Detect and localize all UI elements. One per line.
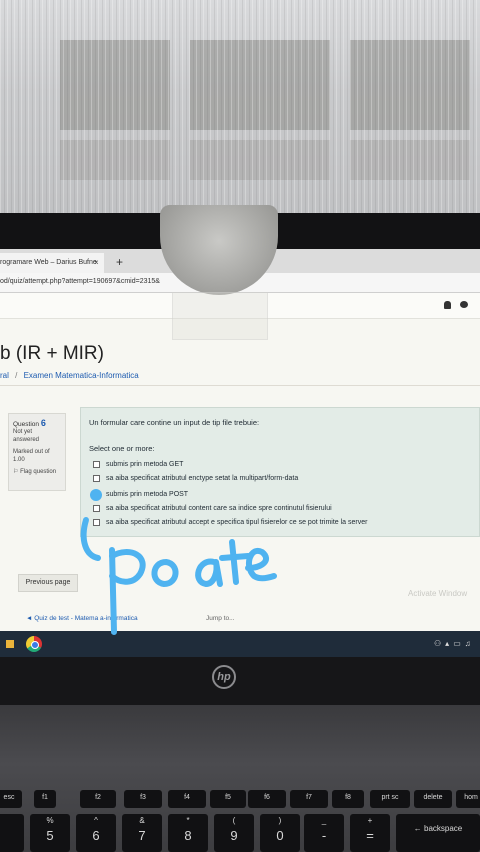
number-key[interactable]: % 5 — [30, 814, 70, 852]
key-main-label: = — [366, 828, 374, 843]
function-key[interactable]: hom — [456, 790, 480, 808]
key-main-label: 5 — [46, 828, 54, 843]
browser-tab-title: rogramare Web – Darius Bufne — [0, 259, 97, 266]
function-key[interactable]: f1 — [34, 790, 56, 808]
key-shift-label: _ — [321, 816, 327, 825]
window-curtain-backdrop — [0, 0, 480, 230]
key-main-label: 8 — [184, 828, 192, 843]
function-key[interactable]: f7 — [290, 790, 328, 808]
key-shift-label: ) — [278, 816, 282, 825]
hp-logo: hp — [212, 665, 236, 689]
answer-checkbox[interactable] — [93, 505, 100, 512]
activate-windows-watermark: Activate Window — [408, 589, 468, 598]
tab-close-icon[interactable]: × — [94, 258, 99, 267]
flag-question-label: Flag question — [20, 469, 57, 475]
number-key[interactable]: + = — [350, 814, 390, 852]
file-explorer-icon[interactable] — [6, 640, 14, 648]
quiz-footer-nav: ◄ Quiz de test - Matema a-informatica Ju… — [0, 611, 480, 629]
backtick-key[interactable] — [0, 814, 24, 852]
key-shift-label: + — [367, 816, 373, 825]
function-key[interactable]: f5 — [210, 790, 246, 808]
question-box: Un formular care contine un input de tip… — [80, 407, 480, 537]
answer-option-label: submis prin metoda POST — [106, 491, 189, 498]
flag-question-link[interactable]: ⚐ Flag question — [13, 468, 61, 475]
number-key[interactable]: ) 0 — [260, 814, 300, 852]
key-shift-label: ^ — [94, 816, 98, 825]
number-key[interactable]: (9 — [214, 814, 254, 852]
question-marks-line2: 1.00 — [13, 457, 25, 463]
key-main-label: 9 — [230, 828, 238, 843]
number-key[interactable]: ^ 6 — [76, 814, 116, 852]
new-tab-icon[interactable]: + — [116, 255, 123, 269]
breadcrumb: ral / Examen Matematica-Informatica — [0, 371, 139, 380]
answer-option-label: submis prin metoda GET — [106, 461, 184, 468]
question-marks-line1: Marked out of — [13, 449, 50, 455]
function-key[interactable]: f2 — [80, 790, 116, 808]
browser-tab[interactable]: rogramare Web – Darius Bufne — [0, 253, 104, 273]
answer-option[interactable]: sa aiba specificat atributul enctype set… — [93, 475, 298, 482]
answer-checkbox[interactable] — [93, 461, 100, 468]
function-key[interactable]: f3 — [124, 790, 162, 808]
answer-option-label: sa aiba specificat atributul enctype set… — [106, 475, 299, 482]
question-number: Question 6 — [13, 418, 61, 428]
answer-option-label: sa aiba specificat atributul accept e sp… — [106, 519, 368, 526]
answer-checkbox[interactable] — [93, 491, 100, 498]
notification-bell-icon[interactable] — [444, 301, 451, 309]
question-status-line2: answered — [13, 437, 40, 443]
page-title: b (IR + MIR) — [0, 343, 104, 364]
function-key[interactable]: f6 — [248, 790, 286, 808]
question-info-panel: Question 6 Not yet answered Marked out o… — [8, 413, 66, 491]
backspace-key[interactable]: ← backspace — [396, 814, 480, 852]
answer-option[interactable]: submis prin metoda GET — [93, 461, 183, 468]
number-key[interactable]: & 7 — [122, 814, 162, 852]
number-key[interactable]: _ - — [304, 814, 344, 852]
answer-checkbox[interactable] — [93, 519, 100, 526]
photo-scene: rogramare Web – Darius Bufne × + od/quiz… — [0, 0, 480, 852]
previous-page-button[interactable]: Previous page — [18, 574, 78, 592]
question-text: Un formular care contine un input de tip… — [89, 418, 260, 427]
answer-option-label: sa aiba specificat atributul content car… — [106, 505, 332, 512]
answer-option[interactable]: submis prin metoda POST — [93, 491, 188, 498]
answer-checkbox[interactable] — [93, 475, 100, 482]
key-shift-label: * — [186, 816, 190, 825]
key-main-label: 0 — [276, 828, 284, 843]
breadcrumb-item-general[interactable]: ral — [0, 371, 9, 380]
answer-option[interactable]: sa aiba specificat atributul accept e sp… — [93, 519, 367, 526]
function-key[interactable]: f4 — [168, 790, 206, 808]
breadcrumb-separator: / — [15, 371, 18, 380]
laptop-bottom-bezel — [0, 657, 480, 705]
windows-taskbar: ⚇▴▭♫ — [0, 631, 480, 657]
breadcrumb-item-exam[interactable]: Examen Matematica-Informatica — [24, 371, 139, 380]
answer-option[interactable]: sa aiba specificat atributul content car… — [93, 505, 332, 512]
tape-piece — [172, 292, 268, 340]
function-key[interactable]: esc — [0, 790, 22, 808]
moodle-page: b (IR + MIR) ral / Examen Matematica-Inf… — [0, 293, 480, 657]
key-main-label: - — [321, 828, 327, 843]
key-shift-label: % — [46, 816, 54, 825]
question-prompt: Select one or more: — [89, 444, 155, 453]
chrome-icon[interactable] — [26, 636, 42, 652]
flag-icon: ⚐ — [13, 469, 19, 475]
address-bar-url: od/quiz/attempt.php?attempt=190697&cmid=… — [0, 278, 160, 285]
function-key[interactable]: f8 — [332, 790, 364, 808]
key-main-label: 7 — [138, 828, 146, 843]
jump-to-select[interactable]: Jump to... — [206, 615, 235, 622]
question-status-line1: Not yet — [13, 429, 33, 435]
quiz-back-link[interactable]: ◄ Quiz de test - Matema a-informatica — [26, 615, 138, 622]
key-main-label: 6 — [92, 828, 100, 843]
system-tray-icons[interactable]: ⚇▴▭♫ — [434, 639, 475, 648]
function-key[interactable]: delete — [414, 790, 452, 808]
key-shift-label: ( — [232, 816, 236, 825]
question-number-value: 6 — [40, 418, 46, 428]
number-key[interactable]: * 8 — [168, 814, 208, 852]
question-label: Question — [13, 421, 40, 428]
header-divider — [0, 385, 480, 386]
messages-icon[interactable] — [460, 301, 468, 308]
function-key[interactable]: prt sc — [370, 790, 410, 808]
key-shift-label: & — [139, 816, 145, 825]
